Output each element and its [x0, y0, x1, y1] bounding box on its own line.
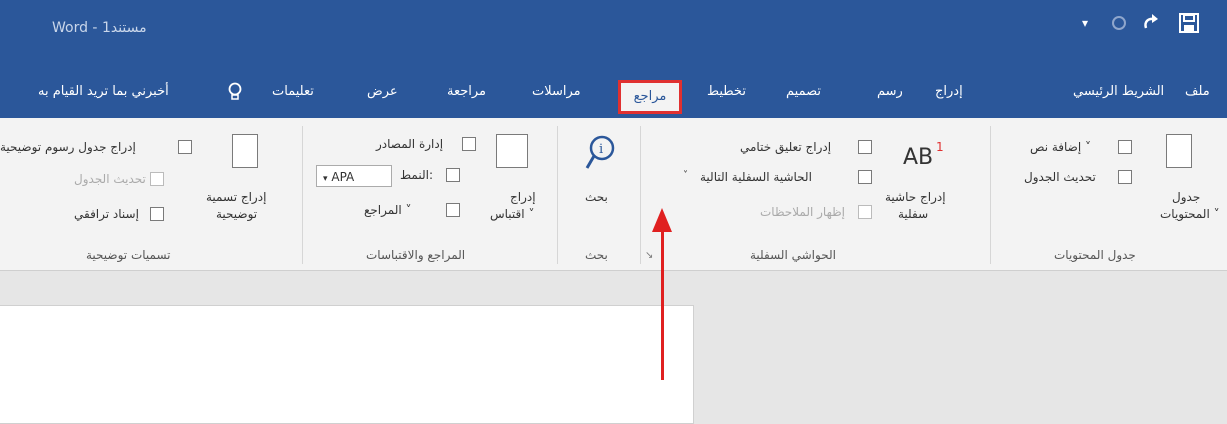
- group-label-research: بحث: [585, 248, 608, 262]
- insert-endnote-icon: [858, 140, 872, 154]
- footnote-ab-icon[interactable]: AB: [903, 145, 933, 170]
- add-text-button[interactable]: إضافة نص ˅: [1030, 140, 1091, 154]
- group-label-captions: تسميات توضيحية: [86, 248, 171, 262]
- redo-icon[interactable]: [1140, 12, 1162, 39]
- group-divider: [557, 126, 558, 264]
- next-footnote-button[interactable]: الحاشية السفلية التالية: [700, 170, 812, 184]
- update-table-icon: [1118, 170, 1132, 184]
- insert-table-of-figures-button[interactable]: إدراج جدول رسوم توضيحية: [0, 140, 136, 154]
- manage-sources-icon: [462, 137, 476, 151]
- group-divider: [990, 126, 991, 264]
- toc-button-label-2[interactable]: المحتويات ˅: [1160, 207, 1220, 221]
- cross-reference-icon: [150, 207, 164, 221]
- group-divider: [302, 126, 303, 264]
- insert-citation-icon[interactable]: [496, 134, 528, 168]
- save-icon[interactable]: [1178, 12, 1200, 39]
- tab-home[interactable]: الشريط الرئيسي: [1073, 84, 1164, 99]
- annotation-arrow-head: [652, 208, 672, 232]
- group-label-footnotes: الحواشي السفلية: [750, 248, 836, 262]
- insert-caption-label-2[interactable]: توضيحية: [216, 207, 257, 221]
- bibliography-icon: [446, 203, 460, 217]
- group-label-citations: المراجع والاقتباسات: [366, 248, 466, 262]
- insert-citation-label-1[interactable]: إدراج: [510, 190, 536, 204]
- search-button[interactable]: بحث: [585, 190, 608, 204]
- ribbon-tabs-bar: [0, 72, 1227, 118]
- customize-icon[interactable]: ▾: [1082, 16, 1088, 30]
- undo-icon[interactable]: [1108, 12, 1130, 39]
- citation-style-value: APA: [331, 170, 355, 184]
- cross-reference-button[interactable]: إسناد ترافقي: [74, 207, 139, 221]
- style-icon: [446, 168, 460, 182]
- tab-references[interactable]: مراجع: [618, 80, 682, 114]
- group-label-toc: جدول المحتويات: [1054, 248, 1136, 262]
- lightbulb-icon: [227, 82, 243, 106]
- insert-footnote-label-2[interactable]: سفلية: [898, 207, 928, 221]
- table-of-contents-icon[interactable]: [1166, 134, 1192, 168]
- tab-draw[interactable]: رسم: [877, 84, 903, 99]
- next-footnote-icon: [858, 170, 872, 184]
- tab-design[interactable]: تصميم: [786, 84, 821, 99]
- tab-review[interactable]: مراجعة: [447, 84, 486, 99]
- tab-insert[interactable]: إدراج: [935, 84, 963, 99]
- footnote-superscript: 1: [936, 140, 944, 154]
- next-footnote-dropdown[interactable]: ˅: [683, 170, 688, 181]
- title-bar: [0, 0, 1227, 72]
- group-divider: [640, 126, 641, 264]
- tab-view[interactable]: عرض: [367, 84, 398, 99]
- show-notes-icon: [858, 205, 872, 219]
- insert-caption-label-1[interactable]: إدراج تسمية: [206, 190, 266, 204]
- add-text-icon: [1118, 140, 1132, 154]
- update-toc-button[interactable]: تحديث الجدول: [1024, 170, 1096, 184]
- insert-citation-label-2[interactable]: اقتباس ˅: [490, 207, 534, 221]
- manage-sources-button[interactable]: إدارة المصادر: [376, 137, 443, 151]
- style-label: النمط:: [400, 168, 433, 182]
- insert-footnote-label-1[interactable]: إدراج حاشية: [885, 190, 946, 204]
- show-notes-button: إظهار الملاحظات: [760, 205, 845, 219]
- search-icon[interactable]: i: [584, 134, 616, 178]
- bibliography-button[interactable]: المراجع ˅: [364, 203, 412, 217]
- dropdown-arrow-icon: ▾: [323, 174, 328, 184]
- tab-mailings[interactable]: مراسلات: [532, 84, 581, 99]
- toc-button-label-1[interactable]: جدول: [1172, 190, 1200, 204]
- document-page[interactable]: [0, 305, 694, 424]
- update-figures-table-icon: [150, 172, 164, 186]
- footnotes-dialog-launcher[interactable]: ↘: [645, 250, 653, 261]
- update-figures-table-button: تحديث الجدول: [74, 172, 146, 186]
- window-title: Word - مستند1: [52, 20, 147, 36]
- insert-caption-icon[interactable]: [232, 134, 258, 168]
- annotation-arrow-line: [661, 228, 664, 380]
- citation-style-select[interactable]: ▾ APA: [316, 165, 392, 187]
- svg-text:i: i: [599, 142, 603, 157]
- insert-table-of-figures-icon: [178, 140, 192, 154]
- insert-endnote-button[interactable]: إدراج تعليق ختامي: [740, 140, 831, 154]
- tab-file[interactable]: ملف: [1185, 84, 1210, 99]
- tell-me-search[interactable]: أخبرني بما تريد القيام به: [38, 84, 169, 99]
- tab-layout[interactable]: تخطيط: [707, 84, 746, 99]
- tab-help[interactable]: تعليمات: [272, 84, 314, 99]
